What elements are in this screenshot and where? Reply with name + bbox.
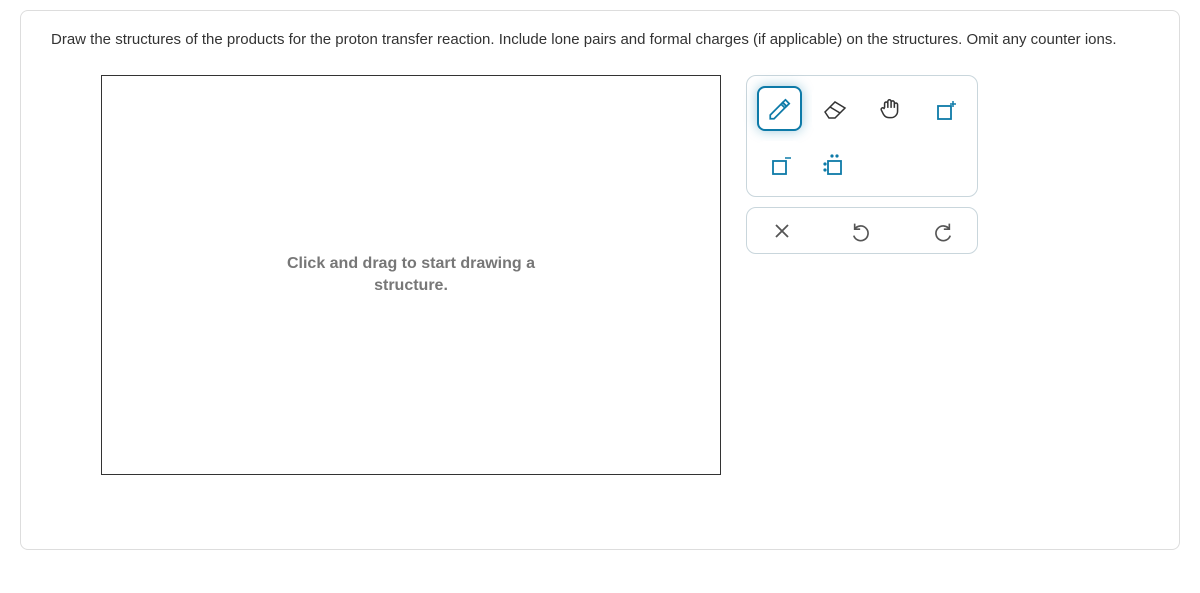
undo-button[interactable] bbox=[832, 208, 892, 253]
lone-pair-icon bbox=[821, 150, 849, 178]
negative-charge-tool[interactable] bbox=[757, 141, 802, 186]
negative-charge-icon bbox=[766, 150, 794, 178]
lone-pair-tool[interactable] bbox=[812, 141, 857, 186]
hand-tool[interactable] bbox=[867, 86, 912, 131]
redo-icon bbox=[931, 220, 953, 242]
content-row: Click and drag to start drawing a struct… bbox=[51, 75, 1149, 475]
positive-charge-tool[interactable] bbox=[922, 86, 967, 131]
positive-charge-icon bbox=[931, 95, 959, 123]
tool-row-2 bbox=[757, 141, 967, 186]
hand-icon bbox=[877, 96, 903, 122]
eraser-tool[interactable] bbox=[812, 86, 857, 131]
redo-button[interactable] bbox=[912, 208, 972, 253]
tool-row-1 bbox=[757, 86, 967, 131]
canvas-placeholder: Click and drag to start drawing a struct… bbox=[287, 253, 535, 298]
toolbar bbox=[746, 75, 978, 475]
drawing-canvas[interactable]: Click and drag to start drawing a struct… bbox=[101, 75, 721, 475]
eraser-icon bbox=[821, 96, 849, 122]
pencil-icon bbox=[767, 96, 793, 122]
tool-panel-main bbox=[746, 75, 978, 197]
action-panel bbox=[746, 207, 978, 254]
undo-icon bbox=[851, 220, 873, 242]
close-icon bbox=[773, 222, 791, 240]
clear-button[interactable] bbox=[752, 208, 812, 253]
pencil-tool[interactable] bbox=[757, 86, 802, 131]
question-text: Draw the structures of the products for … bbox=[51, 29, 1149, 50]
question-container: Draw the structures of the products for … bbox=[20, 10, 1180, 550]
